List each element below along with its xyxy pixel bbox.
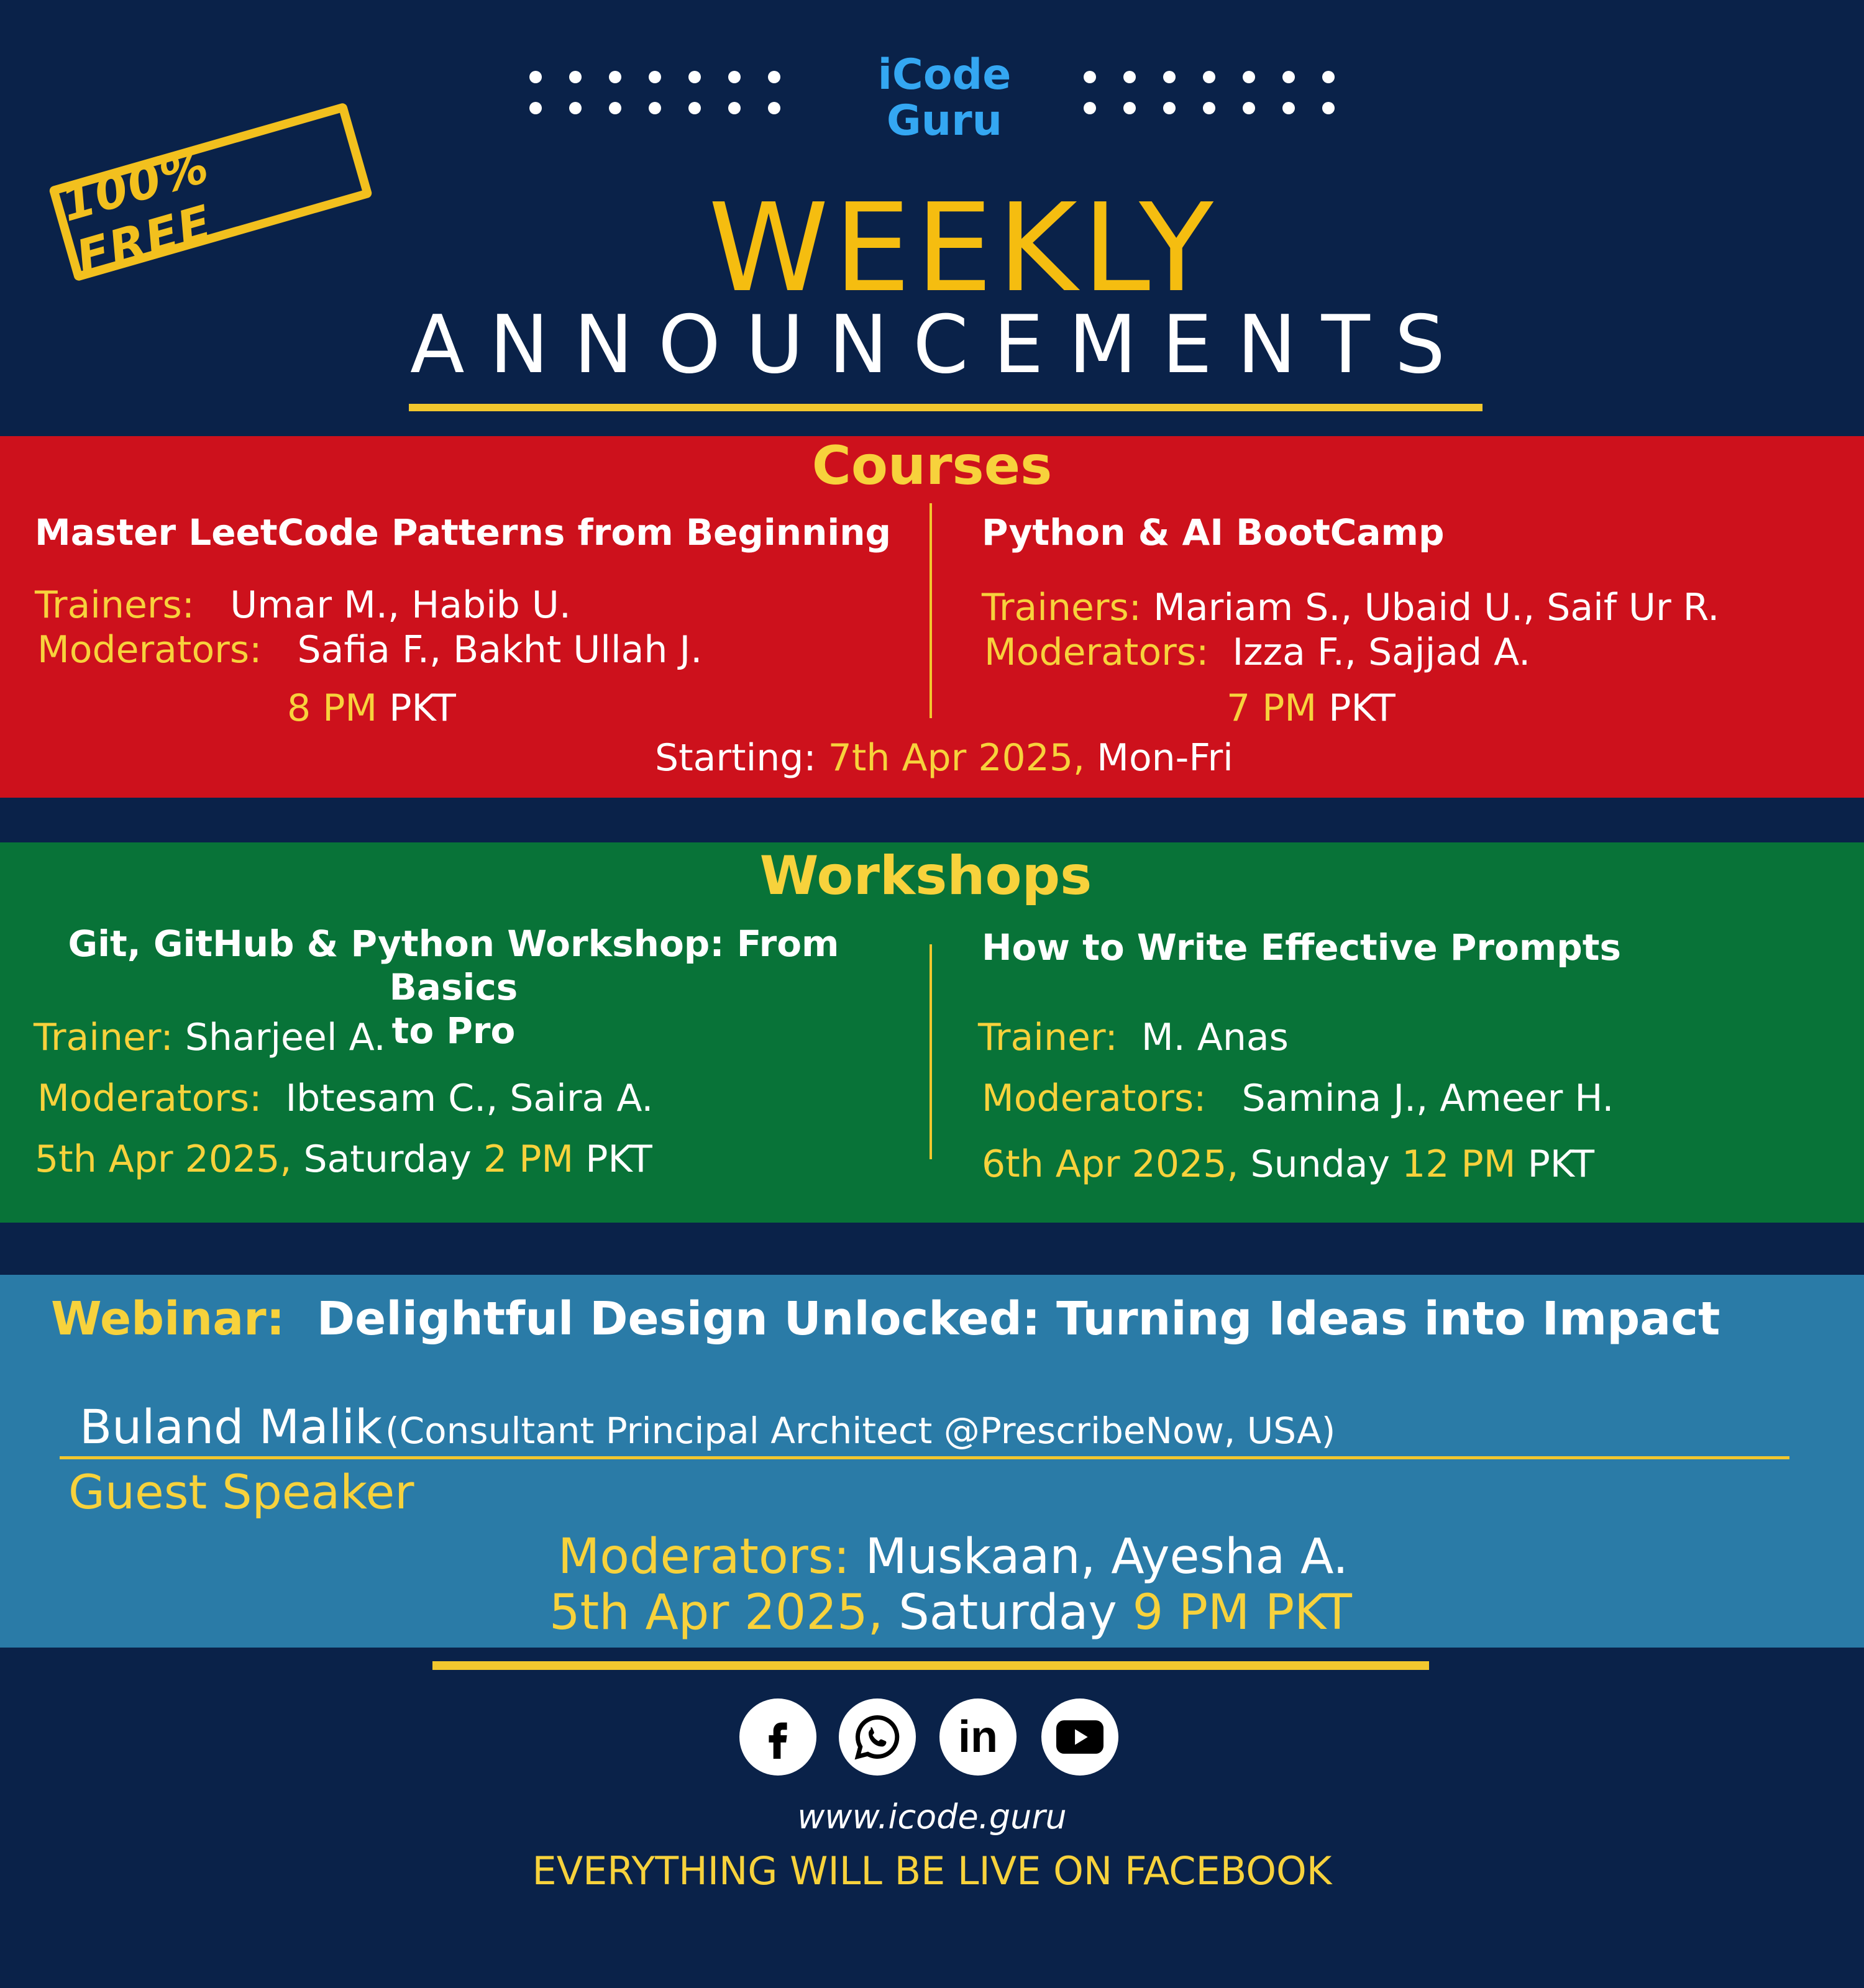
trainer-value: M. Anas	[1141, 1016, 1289, 1059]
workshops-divider	[930, 944, 932, 1159]
workshop-git-moderators: Moderators: Ibtesam C., Saira A.	[37, 1076, 653, 1121]
brand-line2: Guru	[886, 96, 1003, 145]
moderators-label: Moderators:	[37, 628, 262, 672]
moderators-label: Moderators:	[982, 1077, 1207, 1120]
dots-right	[1084, 71, 1335, 83]
date-value: 5th Apr 2025,	[549, 1585, 884, 1641]
title-underline	[409, 404, 1483, 411]
page-subtitle: ANNOUNCEMENTS	[410, 299, 1470, 391]
timezone: PKT	[389, 686, 456, 730]
timezone: PKT	[1527, 1142, 1595, 1186]
page-title: WEEKLY	[708, 178, 1218, 319]
moderators-value: Muskaan, Ayesha A.	[865, 1529, 1348, 1585]
workshop-git-schedule: 5th Apr 2025, Saturday 2 PM PKT	[35, 1137, 652, 1182]
course-leetcode-trainers: Trainers: Umar M., Habib U.	[35, 583, 571, 627]
moderators-value: Safia F., Bakht Ullah J.	[297, 628, 703, 672]
brand-line1: iCode	[877, 50, 1012, 99]
course-python-moderators: Moderators: Izza F., Sajjad A.	[984, 630, 1530, 675]
day-value: Sunday	[1250, 1142, 1391, 1186]
day-value: Saturday	[898, 1585, 1117, 1641]
starting-date: 7th Apr 2025,	[828, 736, 1085, 780]
youtube-icon[interactable]	[1041, 1698, 1118, 1776]
webinar-schedule: 5th Apr 2025, Saturday 9 PM PKT	[549, 1583, 1352, 1643]
course-python-time: 7 PM PKT	[1227, 686, 1396, 731]
date-value: 5th Apr 2025,	[35, 1138, 292, 1181]
course-title-python-ai: Python & AI BootCamp	[982, 511, 1445, 554]
starting-days: Mon-Fri	[1097, 736, 1233, 780]
dots-left	[529, 71, 780, 83]
webinar-speaker: Buland Malik (Consultant Principal Archi…	[80, 1399, 1335, 1454]
moderators-label: Moderators:	[37, 1077, 262, 1120]
webinar-label: Webinar:	[51, 1292, 285, 1346]
time-value: 9 PM PKT	[1132, 1585, 1352, 1641]
moderators-label: Moderators:	[558, 1529, 850, 1585]
webinar-title: Delightful Design Unlocked: Turning Idea…	[316, 1292, 1720, 1346]
time-value: 12 PM	[1402, 1142, 1516, 1186]
date-value: 6th Apr 2025,	[982, 1142, 1239, 1186]
course-leetcode-time: 8 PM PKT	[287, 686, 456, 731]
timezone: PKT	[585, 1138, 652, 1181]
trainer-label: Trainer:	[34, 1016, 173, 1059]
course-leetcode-moderators: Moderators: Safia F., Bakht Ullah J.	[37, 627, 702, 672]
website-link[interactable]: www.icode.guru	[0, 1797, 1864, 1838]
workshop-prompts-trainer: Trainer: M. Anas	[978, 1015, 1289, 1060]
footer-divider	[432, 1661, 1429, 1670]
course-python-trainers: Trainers: Mariam S., Ubaid U., Saif Ur R…	[982, 585, 1719, 630]
linkedin-icon[interactable]: in	[939, 1698, 1017, 1776]
workshops-heading: Workshops	[759, 845, 1092, 907]
stamp-text: 100% FREE	[55, 137, 219, 286]
moderators-label: Moderators:	[984, 631, 1209, 674]
workshop-git-trainer: Trainer: Sharjeel A.	[34, 1015, 386, 1060]
speaker-name: Buland Malik	[80, 1399, 382, 1454]
time-value: 8 PM	[287, 686, 378, 730]
dots-right-row2	[1084, 102, 1335, 114]
webinar-headline: Webinar: Delightful Design Unlocked: Tur…	[51, 1291, 1720, 1347]
courses-heading: Courses	[811, 435, 1053, 497]
trainer-value: Sharjeel A.	[185, 1016, 386, 1059]
workshop-prompts-schedule: 6th Apr 2025, Sunday 12 PM PKT	[982, 1142, 1594, 1187]
speaker-tag: Guest Speaker	[68, 1464, 414, 1520]
free-stamp: 100% FREE	[48, 102, 373, 285]
time-value: 7 PM	[1227, 686, 1317, 730]
brand-logo: iCode Guru	[833, 52, 1056, 144]
starting-label: Starting:	[655, 736, 816, 780]
facebook-icon[interactable]	[739, 1698, 816, 1776]
trainers-label: Trainers:	[35, 583, 195, 627]
day-value: Saturday	[303, 1138, 472, 1181]
workshop-title-prompts: How to Write Effective Prompts	[982, 926, 1622, 969]
trainers-label: Trainers:	[982, 586, 1142, 629]
trainer-label: Trainer:	[978, 1016, 1118, 1059]
whatsapp-icon[interactable]	[839, 1698, 916, 1776]
time-value: 2 PM	[483, 1138, 574, 1181]
courses-divider	[930, 503, 932, 718]
trainers-value: Umar M., Habib U.	[230, 583, 571, 627]
dots-left-row2	[529, 102, 780, 114]
moderators-value: Izza F., Sajjad A.	[1232, 631, 1531, 674]
speaker-underline	[60, 1456, 1789, 1459]
workshop-prompts-moderators: Moderators: Samina J., Ameer H.	[982, 1076, 1614, 1121]
course-title-leetcode: Master LeetCode Patterns from Beginning	[35, 511, 892, 554]
courses-starting: Starting: 7th Apr 2025, Mon-Fri	[655, 736, 1233, 780]
timezone: PKT	[1328, 686, 1396, 730]
footer-note: EVERYTHING WILL BE LIVE ON FACEBOOK	[532, 1848, 1332, 1894]
workshop-title-line1: Git, GitHub & Python Workshop: From Basi…	[68, 923, 839, 1008]
moderators-value: Ibtesam C., Saira A.	[285, 1077, 654, 1120]
trainers-value: Mariam S., Ubaid U., Saif Ur R.	[1153, 586, 1720, 629]
moderators-value: Samina J., Ameer H.	[1241, 1077, 1614, 1120]
speaker-role: (Consultant Principal Architect @Prescri…	[385, 1410, 1336, 1452]
webinar-moderators: Moderators: Muskaan, Ayesha A.	[558, 1527, 1348, 1587]
